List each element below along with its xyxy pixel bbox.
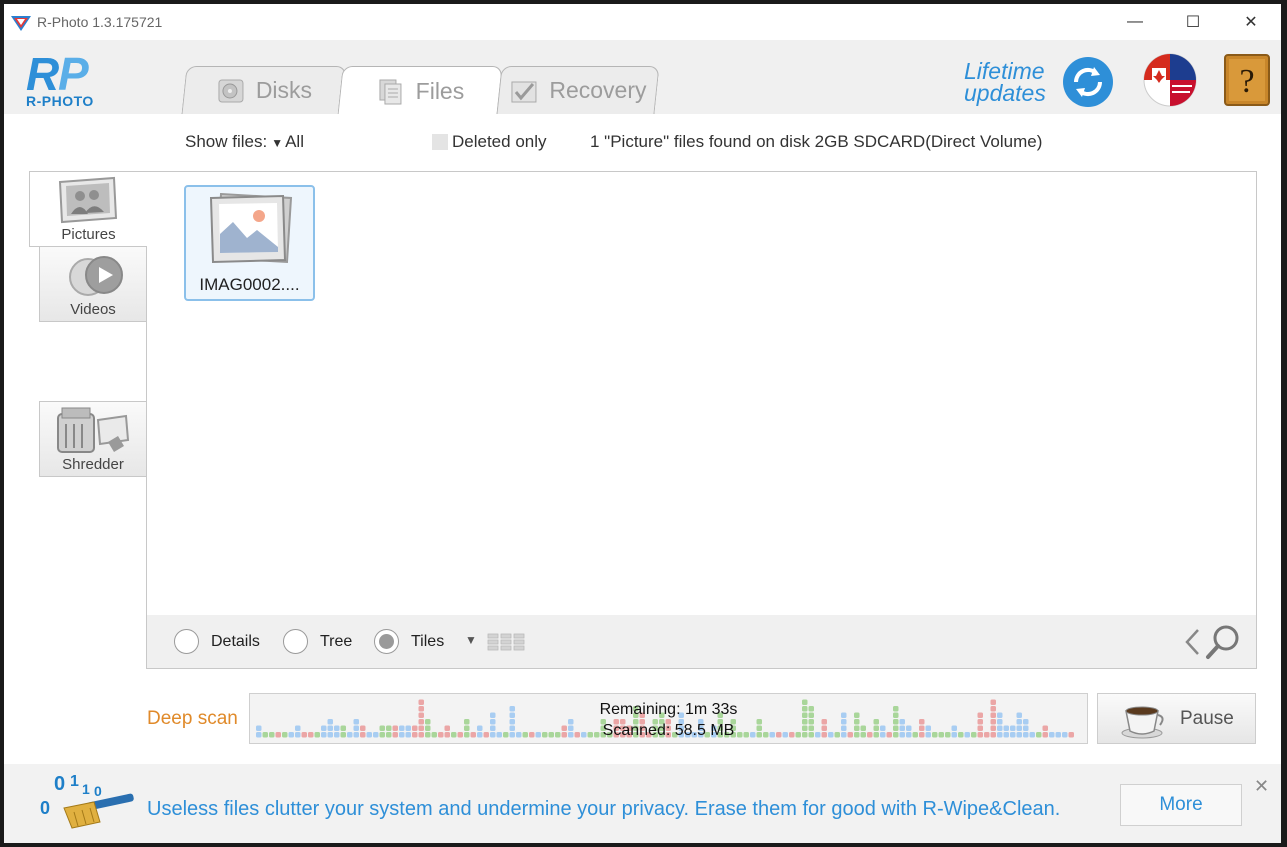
files-found-status: 1 "Picture" files found on disk 2GB SDCA…	[590, 132, 1043, 151]
file-name: IMAG0002....	[199, 275, 300, 294]
lifetime-updates-link[interactable]: Lifetime updates	[964, 58, 1046, 106]
main-content: Show files: ▼ All Deleted only 1 "Picture"…	[4, 114, 1281, 764]
radio-button[interactable]	[174, 629, 199, 654]
shredder-icon	[57, 407, 130, 453]
maximize-icon: ☐	[1185, 14, 1201, 31]
app-icon	[11, 16, 31, 31]
chevron-down-icon[interactable]: ▼	[465, 633, 477, 647]
sidebar-item-label: Shredder	[62, 456, 124, 473]
language-flag-icon[interactable]	[1142, 52, 1198, 108]
videos-icon	[69, 256, 123, 296]
app-header: R P R-PHOTO Disks Files Recovery Lifetim…	[4, 40, 1281, 116]
tile-size-grid-icon[interactable]	[487, 633, 525, 651]
scan-progress-map: Remaining: 1m 33s Scanned: 58.5 MB	[249, 693, 1088, 744]
radio-dot	[379, 634, 394, 649]
scan-status-text: Remaining: 1m 33s Scanned: 58.5 MB	[250, 699, 1087, 741]
tab-disks-label: Disks	[255, 77, 313, 103]
svg-text:?: ?	[1239, 63, 1254, 100]
view-details-radio[interactable]: Details	[174, 629, 260, 654]
pause-button[interactable]: Pause	[1097, 693, 1256, 744]
view-tiles-radio[interactable]: Tiles	[374, 629, 444, 654]
deleted-only-checkbox[interactable]: Deleted only	[432, 132, 547, 152]
wipe-clean-icon: 0 1 1 0 0	[40, 773, 134, 829]
show-files-label: Show files:	[185, 132, 268, 151]
lifetime-line-2: updates	[964, 80, 1046, 106]
promo-text: Useless files clutter your system and un…	[147, 798, 1061, 820]
more-button[interactable]: More	[1120, 784, 1242, 826]
svg-text:0: 0	[94, 783, 102, 799]
radio-button-selected[interactable]	[374, 629, 399, 654]
checkbox-box[interactable]	[432, 134, 448, 150]
promo-footer: 0 1 1 0 0 Useless files clutter your sys…	[4, 764, 1281, 843]
tab-recovery[interactable]: Recovery	[496, 66, 660, 114]
show-files-dropdown[interactable]: Show files: ▼ All	[185, 132, 304, 152]
show-files-value: All	[285, 132, 304, 151]
title-bar: R-Photo 1.3.175721 — ☐ ✕	[4, 4, 1281, 40]
sidebar-item-shredder[interactable]: Shredder	[39, 401, 147, 477]
chevron-down-icon: ▼	[271, 136, 284, 150]
close-icon: ✕	[1244, 14, 1258, 31]
pictures-icon	[58, 176, 118, 224]
scan-remaining: Remaining: 1m 33s	[599, 701, 738, 718]
scan-scanned: Scanned: 58.5 MB	[602, 722, 735, 739]
view-tiles-label: Tiles	[411, 632, 445, 650]
sidebar-item-label: Pictures	[61, 226, 116, 243]
pause-label: Pause	[1180, 708, 1234, 729]
svg-text:1: 1	[82, 781, 90, 797]
files-toolbar: Show files: ▼ All Deleted only 1 "Picture"…	[4, 132, 1281, 156]
help-icon[interactable]: ?	[1224, 54, 1270, 106]
recovery-icon	[511, 81, 537, 102]
lifetime-line-1: Lifetime	[964, 58, 1045, 84]
app-window: R-Photo 1.3.175721 — ☐ ✕ R P R-PHOTO Dis…	[4, 4, 1281, 843]
tab-recovery-label: Recovery	[549, 77, 647, 103]
disk-icon	[218, 79, 244, 102]
tab-disks[interactable]: Disks	[181, 66, 347, 114]
sidebar-item-label: Videos	[70, 301, 116, 318]
deleted-only-label: Deleted only	[452, 132, 547, 151]
image-file-icon	[209, 192, 293, 264]
file-tile[interactable]: IMAG0002....	[184, 185, 315, 301]
scan-mode-label: Deep scan	[147, 708, 238, 729]
sidebar-item-videos[interactable]: Videos	[39, 246, 147, 322]
logo-text: R-PHOTO	[26, 93, 94, 109]
svg-text:1: 1	[70, 773, 79, 790]
coffee-cup-icon	[1121, 706, 1164, 739]
radio-button[interactable]	[283, 629, 308, 654]
view-details-label: Details	[211, 632, 260, 650]
close-button[interactable]: ✕	[1222, 4, 1280, 40]
window-title: R-Photo 1.3.175721	[37, 14, 163, 30]
search-icon[interactable]	[1205, 624, 1241, 660]
sidebar-item-pictures[interactable]: Pictures	[29, 171, 147, 247]
tab-files-label: Files	[415, 78, 465, 104]
close-promo-icon[interactable]: ✕	[1254, 776, 1269, 797]
view-tree-radio[interactable]: Tree	[283, 629, 352, 654]
file-list-panel: IMAG0002....	[146, 171, 1257, 669]
files-icon	[379, 79, 402, 104]
view-tree-label: Tree	[320, 632, 353, 650]
chevron-left-icon[interactable]	[1183, 627, 1201, 657]
maximize-button[interactable]: ☐	[1164, 4, 1222, 40]
minimize-icon: —	[1127, 13, 1143, 30]
svg-text:0: 0	[40, 798, 50, 818]
minimize-button[interactable]: —	[1106, 4, 1164, 40]
update-icon[interactable]	[1062, 56, 1114, 108]
tab-files[interactable]: Files	[337, 66, 503, 116]
view-mode-bar: Details Tree Tiles ▼	[146, 615, 1257, 669]
svg-text:0: 0	[54, 773, 65, 795]
